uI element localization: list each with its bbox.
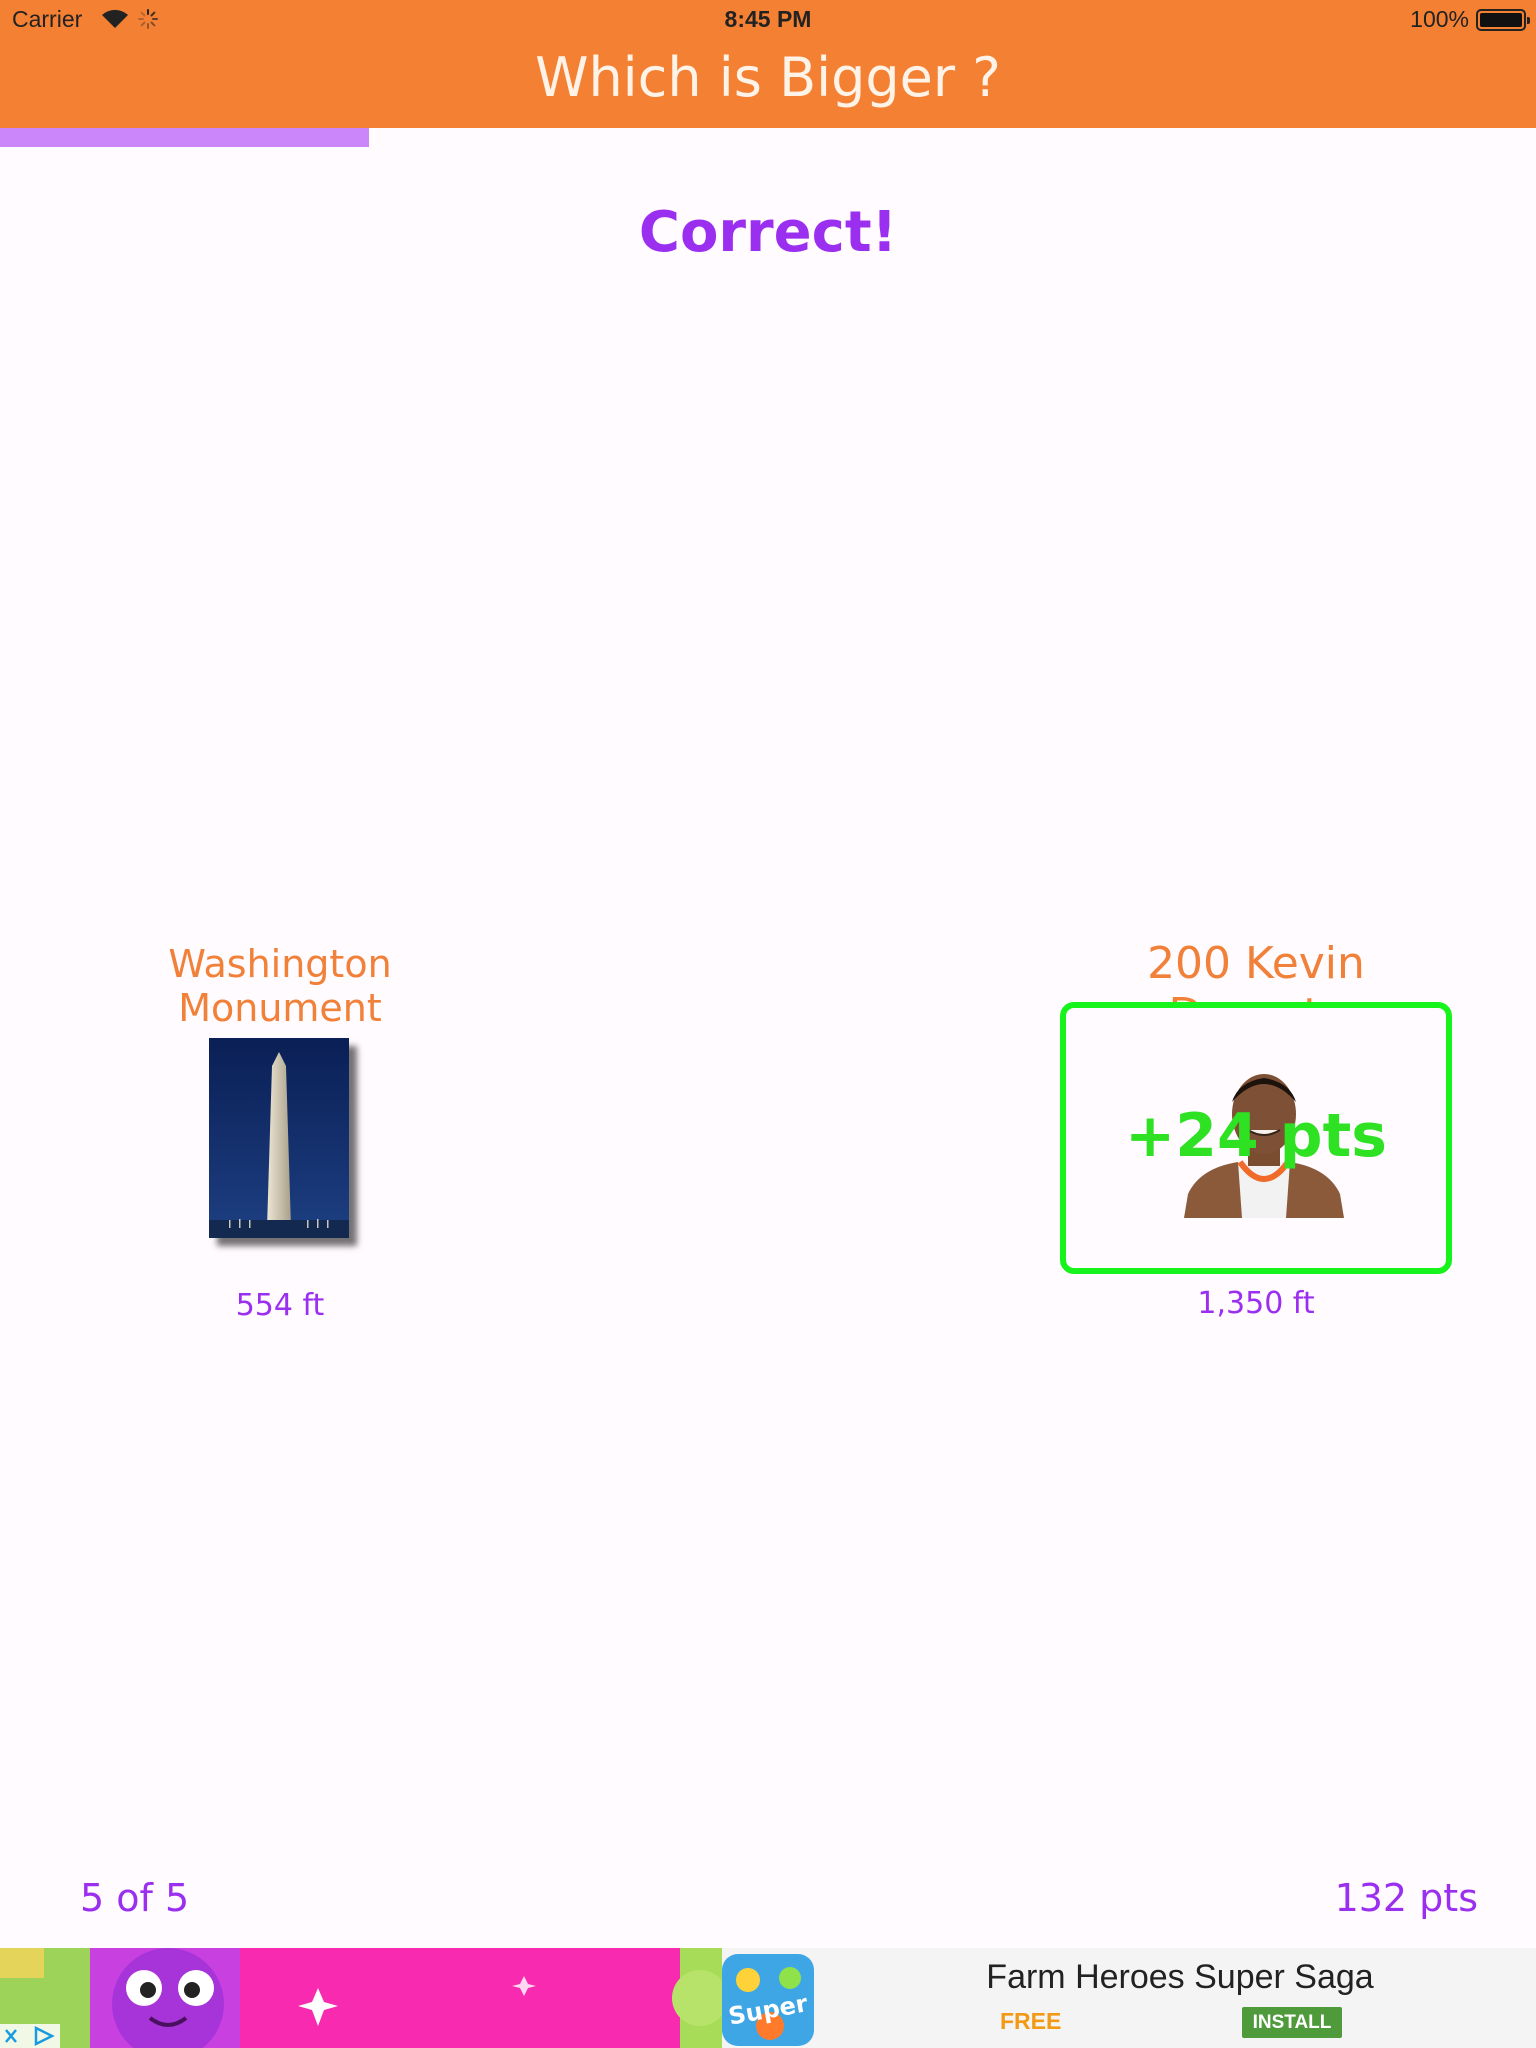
ad-price: FREE	[1000, 2008, 1062, 2034]
left-item-value: 554 ft	[235, 1288, 325, 1323]
question-counter: 5 of 5	[80, 1876, 190, 1920]
left-item-name: Washington Monument	[168, 942, 392, 1030]
ad-banner[interactable]: Super Farm Heroes Super Saga FREE INSTAL…	[0, 1948, 1536, 2048]
ad-install-button[interactable]: INSTALL	[1242, 2007, 1342, 2038]
nav-bar: Carrier 8:45 PM 100% Which is Bigger ?	[0, 0, 1536, 128]
progress-bar	[0, 128, 369, 147]
ad-title: Farm Heroes Super Saga	[986, 1958, 1374, 1996]
right-item-card-correct[interactable]: +24 pts	[1060, 1002, 1452, 1274]
ad-choices-icon[interactable]	[0, 2024, 60, 2048]
page-title: Which is Bigger ?	[535, 46, 1001, 109]
washington-monument-photo[interactable]	[209, 1038, 349, 1238]
ad-game-artwork: Super	[0, 1948, 814, 2048]
points-earned-label: +24 pts	[1124, 1101, 1387, 1171]
score-total: 132 pts	[1334, 1876, 1478, 1920]
battery-percent: 100%	[1410, 6, 1469, 32]
result-message: Correct!	[638, 200, 898, 265]
status-time: 8:45 PM	[724, 6, 812, 32]
right-item-value: 1,350 ft	[1197, 1286, 1315, 1321]
battery-icon	[1476, 9, 1530, 31]
